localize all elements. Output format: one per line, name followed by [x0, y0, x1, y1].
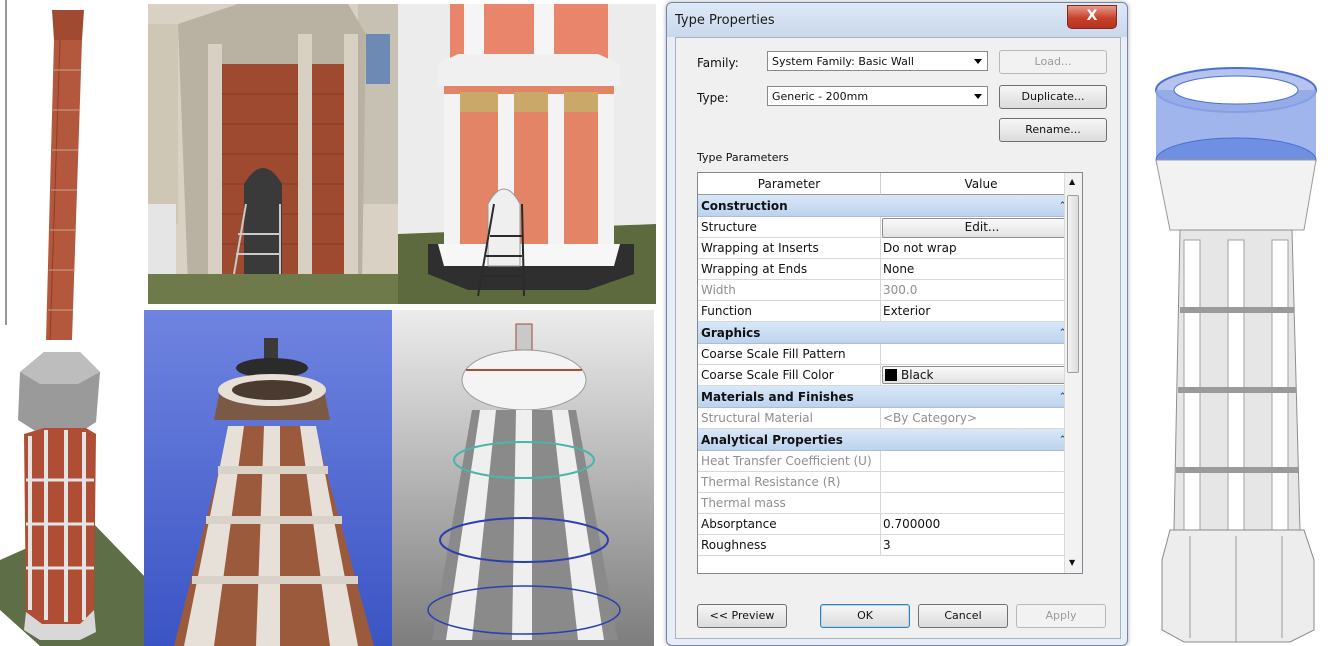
row-function[interactable]: Function Exterior [698, 301, 1082, 322]
tower-wireframe-model [392, 310, 654, 646]
tower-section-model [1140, 60, 1333, 646]
param-value[interactable]: 3 [883, 535, 1079, 555]
param-name: Structural Material [701, 411, 813, 425]
tower-base-photo [148, 4, 398, 304]
family-dropdown[interactable]: System Family: Basic Wall [767, 51, 988, 71]
category-label: Materials and Finishes [701, 390, 854, 404]
column-header-value[interactable]: Value [881, 173, 1082, 195]
family-value: System Family: Basic Wall [772, 55, 914, 68]
dialog-titlebar[interactable]: Type Properties X [667, 3, 1127, 37]
rename-button[interactable]: Rename... [999, 118, 1107, 142]
row-width: Width 300.0 [698, 280, 1082, 301]
cancel-button[interactable]: Cancel [918, 604, 1008, 628]
type-properties-dialog: Type Properties X Family: System Family:… [666, 2, 1128, 646]
param-name: Thermal mass [701, 496, 786, 510]
row-wrapping-ends[interactable]: Wrapping at Ends None [698, 259, 1082, 280]
tower-base-model [398, 4, 656, 304]
category-construction[interactable]: Construction ⌃⌃ [698, 195, 1082, 217]
chevron-down-icon [974, 59, 982, 64]
param-value[interactable]: Do not wrap [883, 238, 1079, 258]
row-thermal-mass: Thermal mass [698, 493, 1082, 514]
param-value[interactable]: 0.700000 [883, 514, 1079, 534]
close-button[interactable]: X [1067, 5, 1117, 29]
tower-upward-photo [144, 310, 392, 646]
row-heat-transfer: Heat Transfer Coefficient (U) [698, 451, 1082, 472]
param-value: <By Category> [883, 411, 978, 425]
category-materials[interactable]: Materials and Finishes ⌃⌃ [698, 386, 1082, 408]
param-name: Heat Transfer Coefficient (U) [701, 454, 872, 468]
category-label: Graphics [701, 326, 761, 340]
fill-color-value: Black [901, 368, 934, 382]
family-label: Family: [697, 56, 739, 70]
param-name: Width [701, 283, 736, 297]
type-dropdown[interactable]: Generic - 200mm [767, 86, 988, 106]
row-fill-color[interactable]: Coarse Scale Fill Color Black [698, 365, 1082, 386]
param-name: Function [701, 304, 753, 318]
param-name: Thermal Resistance (R) [701, 475, 841, 489]
param-value[interactable]: None [883, 259, 1079, 279]
row-structure[interactable]: Structure Edit... [698, 217, 1082, 238]
param-name: Absorptance [701, 517, 777, 531]
param-name: Roughness [701, 538, 767, 552]
category-graphics[interactable]: Graphics ⌃⌃ [698, 322, 1082, 344]
param-name: Structure [701, 220, 757, 234]
grid-scrollbar[interactable]: ▲ ▼ [1064, 173, 1082, 573]
row-fill-pattern[interactable]: Coarse Scale Fill Pattern [698, 344, 1082, 365]
type-parameters-heading: Type Parameters [697, 151, 789, 164]
param-value[interactable]: Exterior [883, 301, 1079, 321]
scroll-down-icon[interactable]: ▼ [1069, 558, 1075, 567]
category-label: Construction [701, 199, 788, 213]
dialog-title: Type Properties [675, 13, 775, 28]
chevron-down-icon [974, 94, 982, 99]
row-roughness[interactable]: Roughness 3 [698, 535, 1082, 556]
row-absorptance[interactable]: Absorptance 0.700000 [698, 514, 1082, 535]
row-thermal-resistance: Thermal Resistance (R) [698, 472, 1082, 493]
category-analytical[interactable]: Analytical Properties ⌃⌃ [698, 429, 1082, 451]
load-button[interactable]: Load... [999, 50, 1107, 74]
param-name: Wrapping at Ends [701, 262, 808, 276]
type-parameters-grid: Parameter Value Construction ⌃⌃ Structur… [697, 172, 1083, 574]
scrollbar-thumb[interactable] [1067, 195, 1079, 373]
column-header-parameter[interactable]: Parameter [698, 173, 881, 195]
category-label: Analytical Properties [701, 433, 843, 447]
color-swatch [885, 369, 897, 381]
apply-button[interactable]: Apply [1016, 604, 1106, 628]
row-wrapping-inserts[interactable]: Wrapping at Inserts Do not wrap [698, 238, 1082, 259]
param-name: Wrapping at Inserts [701, 241, 819, 255]
preview-button[interactable]: << Preview [697, 604, 787, 628]
chimney-model-render [0, 0, 148, 646]
type-label: Type: [697, 91, 729, 105]
param-name: Coarse Scale Fill Pattern [701, 347, 846, 361]
edit-structure-button[interactable]: Edit... [882, 218, 1082, 238]
fill-color-button[interactable]: Black [882, 366, 1080, 384]
row-structural-material: Structural Material <By Category> [698, 408, 1082, 429]
ok-button[interactable]: OK [820, 604, 910, 628]
param-name: Coarse Scale Fill Color [701, 368, 834, 382]
param-value: 300.0 [883, 283, 918, 297]
type-value: Generic - 200mm [772, 90, 869, 103]
scroll-up-icon[interactable]: ▲ [1069, 177, 1075, 186]
duplicate-button[interactable]: Duplicate... [999, 85, 1107, 109]
dialog-body: Family: System Family: Basic Wall Load..… [675, 37, 1121, 639]
